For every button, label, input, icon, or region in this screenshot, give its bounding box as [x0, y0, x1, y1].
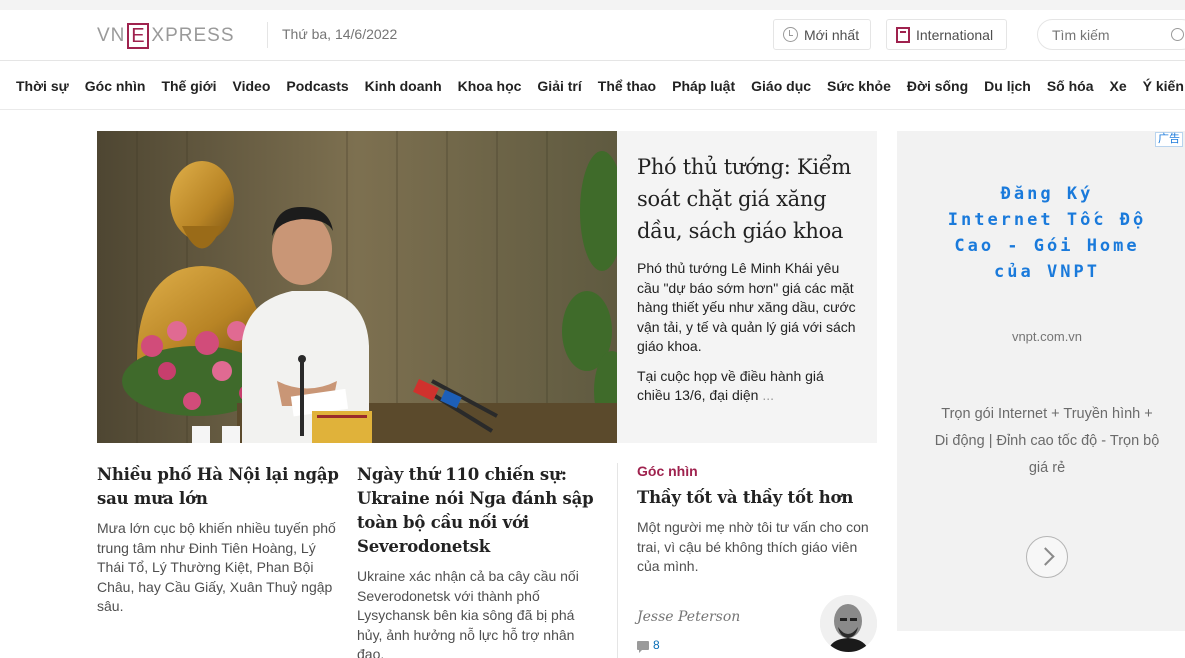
nav-item[interactable]: Thời sự — [16, 78, 69, 94]
international-icon — [896, 26, 910, 43]
nav-item[interactable]: Video — [233, 78, 271, 94]
comment-count-link[interactable]: 8 — [637, 638, 660, 653]
nav-item[interactable]: Số hóa — [1047, 78, 1094, 94]
ad-headline-line: Internet Tốc Độ — [947, 210, 1147, 230]
hero-excerpt-ellipsis: ... — [758, 387, 774, 403]
nav-item[interactable]: Kinh doanh — [365, 78, 442, 94]
ad-tag[interactable]: 广告 — [1155, 132, 1183, 147]
column-divider — [617, 463, 618, 658]
article-description: Ukraine xác nhận cả ba cây cầu nối Sever… — [357, 568, 579, 658]
opinion-author[interactable]: Jesse Peterson — [637, 609, 740, 625]
nav-item[interactable]: Sức khỏe — [827, 78, 891, 94]
nav-item[interactable]: Thể thao — [598, 78, 656, 94]
opinion-description: Một người mẹ nhờ tôi tư vấn cho con trai… — [637, 519, 869, 574]
nav-item[interactable]: Du lịch — [984, 78, 1031, 94]
nav-item[interactable]: Xe — [1110, 78, 1127, 94]
hero-excerpt-text: Tại cuộc họp về điều hành giá chiều 13/6… — [637, 367, 824, 404]
ad-url: vnpt.com.vn — [1011, 329, 1083, 344]
logo-e-mark: E — [127, 23, 150, 49]
opinion-article: Góc nhìn Thầy tốt và thầy tốt hơn Một ng… — [637, 463, 877, 577]
category-nav-list: Thời sự Góc nhìn Thế giới Video Podcasts Kinh… — [16, 78, 1185, 94]
ad-body: Trọn gói Internet + Truyền hình + Di độn… — [934, 406, 1160, 476]
latest-news-button[interactable]: Mới nhất — [773, 19, 871, 50]
hero-excerpt: Tại cuộc họp về điều hành giá chiều 13/6… — [637, 367, 857, 406]
article-item: Nhiều phố Hà Nội lại ngập sau mưa lớn Mư… — [97, 463, 342, 617]
current-date: Thứ ba, 14/6/2022 — [282, 26, 398, 42]
article-item: Ngày thứ 110 chiến sự: Ukraine nói Nga đ… — [357, 463, 602, 658]
nav-item[interactable]: Khoa học — [458, 78, 522, 94]
nav-item[interactable]: Ý kiến — [1143, 78, 1184, 94]
ad-next-arrow-icon[interactable] — [1026, 536, 1068, 578]
nav-item[interactable]: Đời sống — [907, 78, 968, 94]
nav-item[interactable]: Thế giới — [161, 78, 216, 94]
opinion-category-label[interactable]: Góc nhìn — [637, 463, 877, 479]
advertisement[interactable]: 广告 Đăng Ký Internet Tốc Độ Cao - Gói Hom… — [897, 131, 1185, 631]
hero-article: Phó thủ tướng: Kiểm soát chặt giá xăng d… — [617, 131, 877, 443]
top-strip — [0, 0, 1185, 10]
ad-headline-line: của VNPT — [994, 262, 1100, 282]
comment-count: 8 — [653, 638, 660, 652]
hero-description: Phó thủ tướng Lê Minh Khái yêu cầu "dự b… — [637, 260, 856, 354]
nav-item[interactable]: Podcasts — [286, 78, 348, 94]
nav-item[interactable]: Góc nhìn — [85, 78, 146, 94]
nav-item[interactable]: Giải trí — [537, 78, 581, 94]
latest-news-label: Mới nhất — [804, 26, 860, 43]
search-input[interactable] — [1052, 26, 1167, 43]
search-icon[interactable] — [1171, 28, 1184, 41]
international-label: International — [916, 26, 994, 43]
vnexpress-logo[interactable]: VN E XPRESS — [97, 23, 235, 49]
international-button[interactable]: International — [886, 19, 1007, 50]
search-box — [1037, 19, 1185, 50]
category-nav: Thời sự Góc nhìn Thế giới Video Podcasts Kinh… — [0, 62, 1185, 110]
article-title[interactable]: Ngày thứ 110 chiến sự: Ukraine nói Nga đ… — [357, 463, 602, 559]
ad-headline: Đăng Ký Internet Tốc Độ Cao - Gói Home c… — [897, 181, 1185, 285]
hero-image[interactable] — [97, 131, 617, 443]
hero-title[interactable]: Phó thủ tướng: Kiểm soát chặt giá xăng d… — [637, 151, 857, 247]
comment-icon — [637, 640, 649, 653]
nav-item[interactable]: Giáo dục — [751, 78, 811, 94]
ad-headline-line: Đăng Ký — [1000, 184, 1094, 204]
site-header: VN E XPRESS Thứ ba, 14/6/2022 Mới nhất I… — [0, 10, 1185, 61]
article-description: Mưa lớn cục bộ khiến nhiều tuyến phố tru… — [97, 520, 336, 614]
logo-text-left: VN — [97, 25, 126, 46]
header-divider — [267, 22, 268, 48]
author-avatar[interactable] — [820, 595, 877, 652]
ad-headline-line: Cao - Gói Home — [954, 236, 1140, 256]
logo-text-right: XPRESS — [151, 25, 235, 46]
opinion-title[interactable]: Thầy tốt và thầy tốt hơn — [637, 486, 877, 510]
article-title[interactable]: Nhiều phố Hà Nội lại ngập sau mưa lớn — [97, 463, 342, 511]
clock-icon — [783, 27, 798, 42]
nav-item[interactable]: Pháp luật — [672, 78, 735, 94]
